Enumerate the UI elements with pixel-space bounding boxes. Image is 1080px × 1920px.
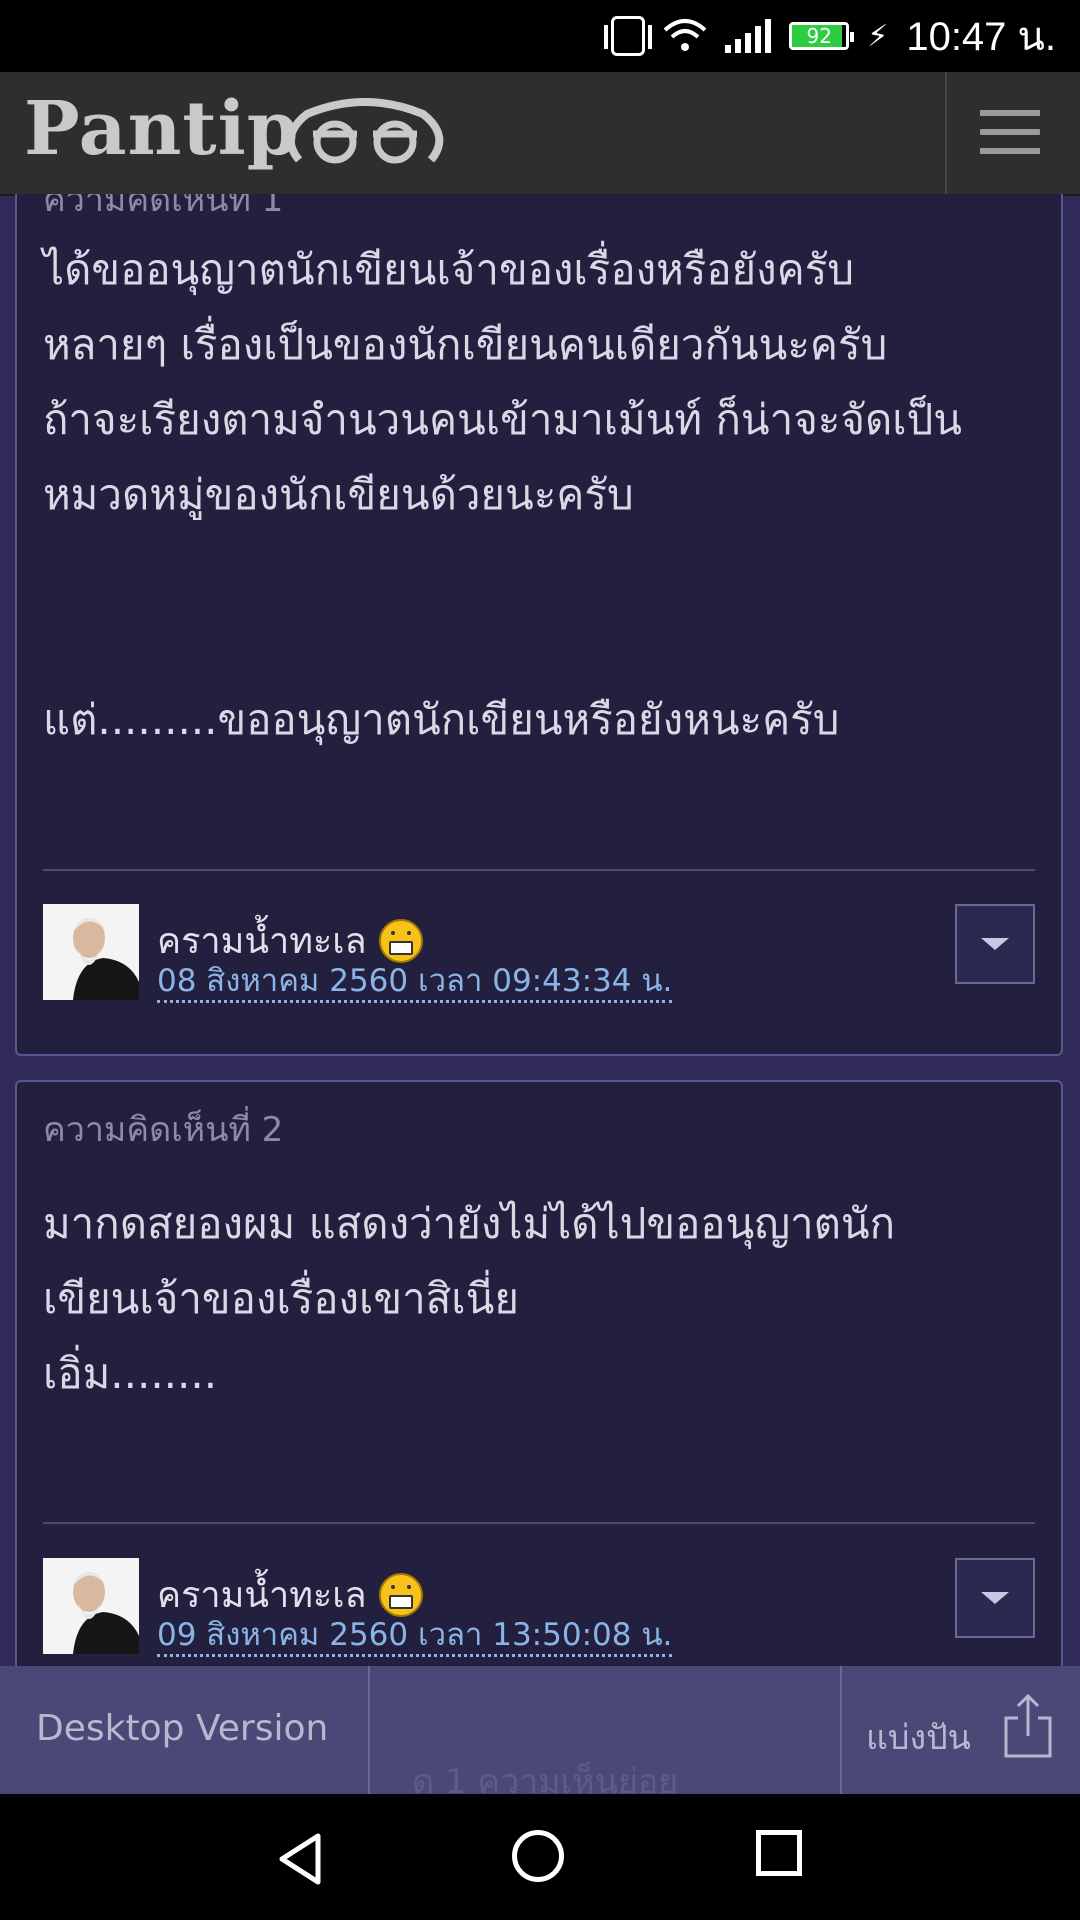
comment-divider [43,869,1035,871]
comment-body: มากดสยองผม แสดงว่ายังไม่ได้ไปขออนุญาตนัก… [43,1199,896,1398]
clock: 10:47 น. [906,15,1056,59]
charging-icon: ⚡ [867,18,889,54]
hamburger-menu-icon[interactable] [980,110,1040,154]
battery-level: 92 [806,24,832,48]
chevron-down-icon [981,938,1009,950]
chevron-down-icon [981,1592,1009,1604]
header-divider [945,72,947,194]
signal-icon [725,19,772,53]
status-bar: 92 ⚡ 10:47 น. [0,0,1080,72]
comment-author[interactable]: ครามน้ำทะเล [157,1566,423,1623]
top-header: Pantip [0,72,1080,196]
comment-options-dropdown[interactable] [955,1558,1035,1638]
comment-card: ความคิดเห็นที่ 1 ได้ขออนุญาตนักเขียนเจ้า… [15,194,1063,1056]
comment-divider [43,1522,1035,1524]
comment-body: ได้ขออนุญาตนักเขียนเจ้าของเรื่องหรือยังค… [43,245,962,744]
share-button[interactable]: แบ่งปัน [844,1666,1080,1794]
recent-apps-icon[interactable] [756,1830,802,1876]
avatar[interactable] [43,904,139,1000]
pantip-face-icon [286,98,444,164]
comment-date[interactable]: 08 สิงหาคม 2560 เวลา 09:43:34 น. [157,962,673,1003]
comment-label: ความคิดเห็นที่ 2 [43,1110,284,1150]
wifi-icon [663,19,707,51]
comment-author[interactable]: ครามน้ำทะเล [157,912,423,969]
comment-label: ความคิดเห็นที่ 1 [43,194,284,220]
avatar[interactable] [43,1558,139,1654]
share-icon [1004,1693,1052,1758]
home-icon[interactable] [512,1830,564,1882]
grin-emoji-icon [378,918,423,963]
comments-list: ความคิดเห็นที่ 1 ได้ขออนุญาตนักเขียนเจ้า… [0,194,1080,1666]
comment-options-dropdown[interactable] [955,904,1035,984]
back-icon[interactable] [276,1832,324,1886]
battery-icon: 92 [789,22,855,50]
comment-date[interactable]: 09 สิงหาคม 2560 เวลา 13:50:08 น. [157,1616,673,1657]
view-replies-button[interactable]: ดู 1 ความเห็นย่อย [372,1666,842,1802]
comment-card: ความคิดเห็นที่ 2 มากดสยองผม แสดงว่ายังไม… [15,1080,1063,1666]
system-navigation-bar [0,1794,1080,1920]
vibrate-icon [604,16,653,56]
desktop-version-button[interactable]: Desktop Version [0,1666,370,1794]
bottom-toolbar: Desktop Version ดู 1 ความเห็นย่อย แบ่งปั… [0,1666,1080,1802]
pantip-logo[interactable]: Pantip [24,86,299,172]
grin-emoji-icon [378,1572,423,1617]
